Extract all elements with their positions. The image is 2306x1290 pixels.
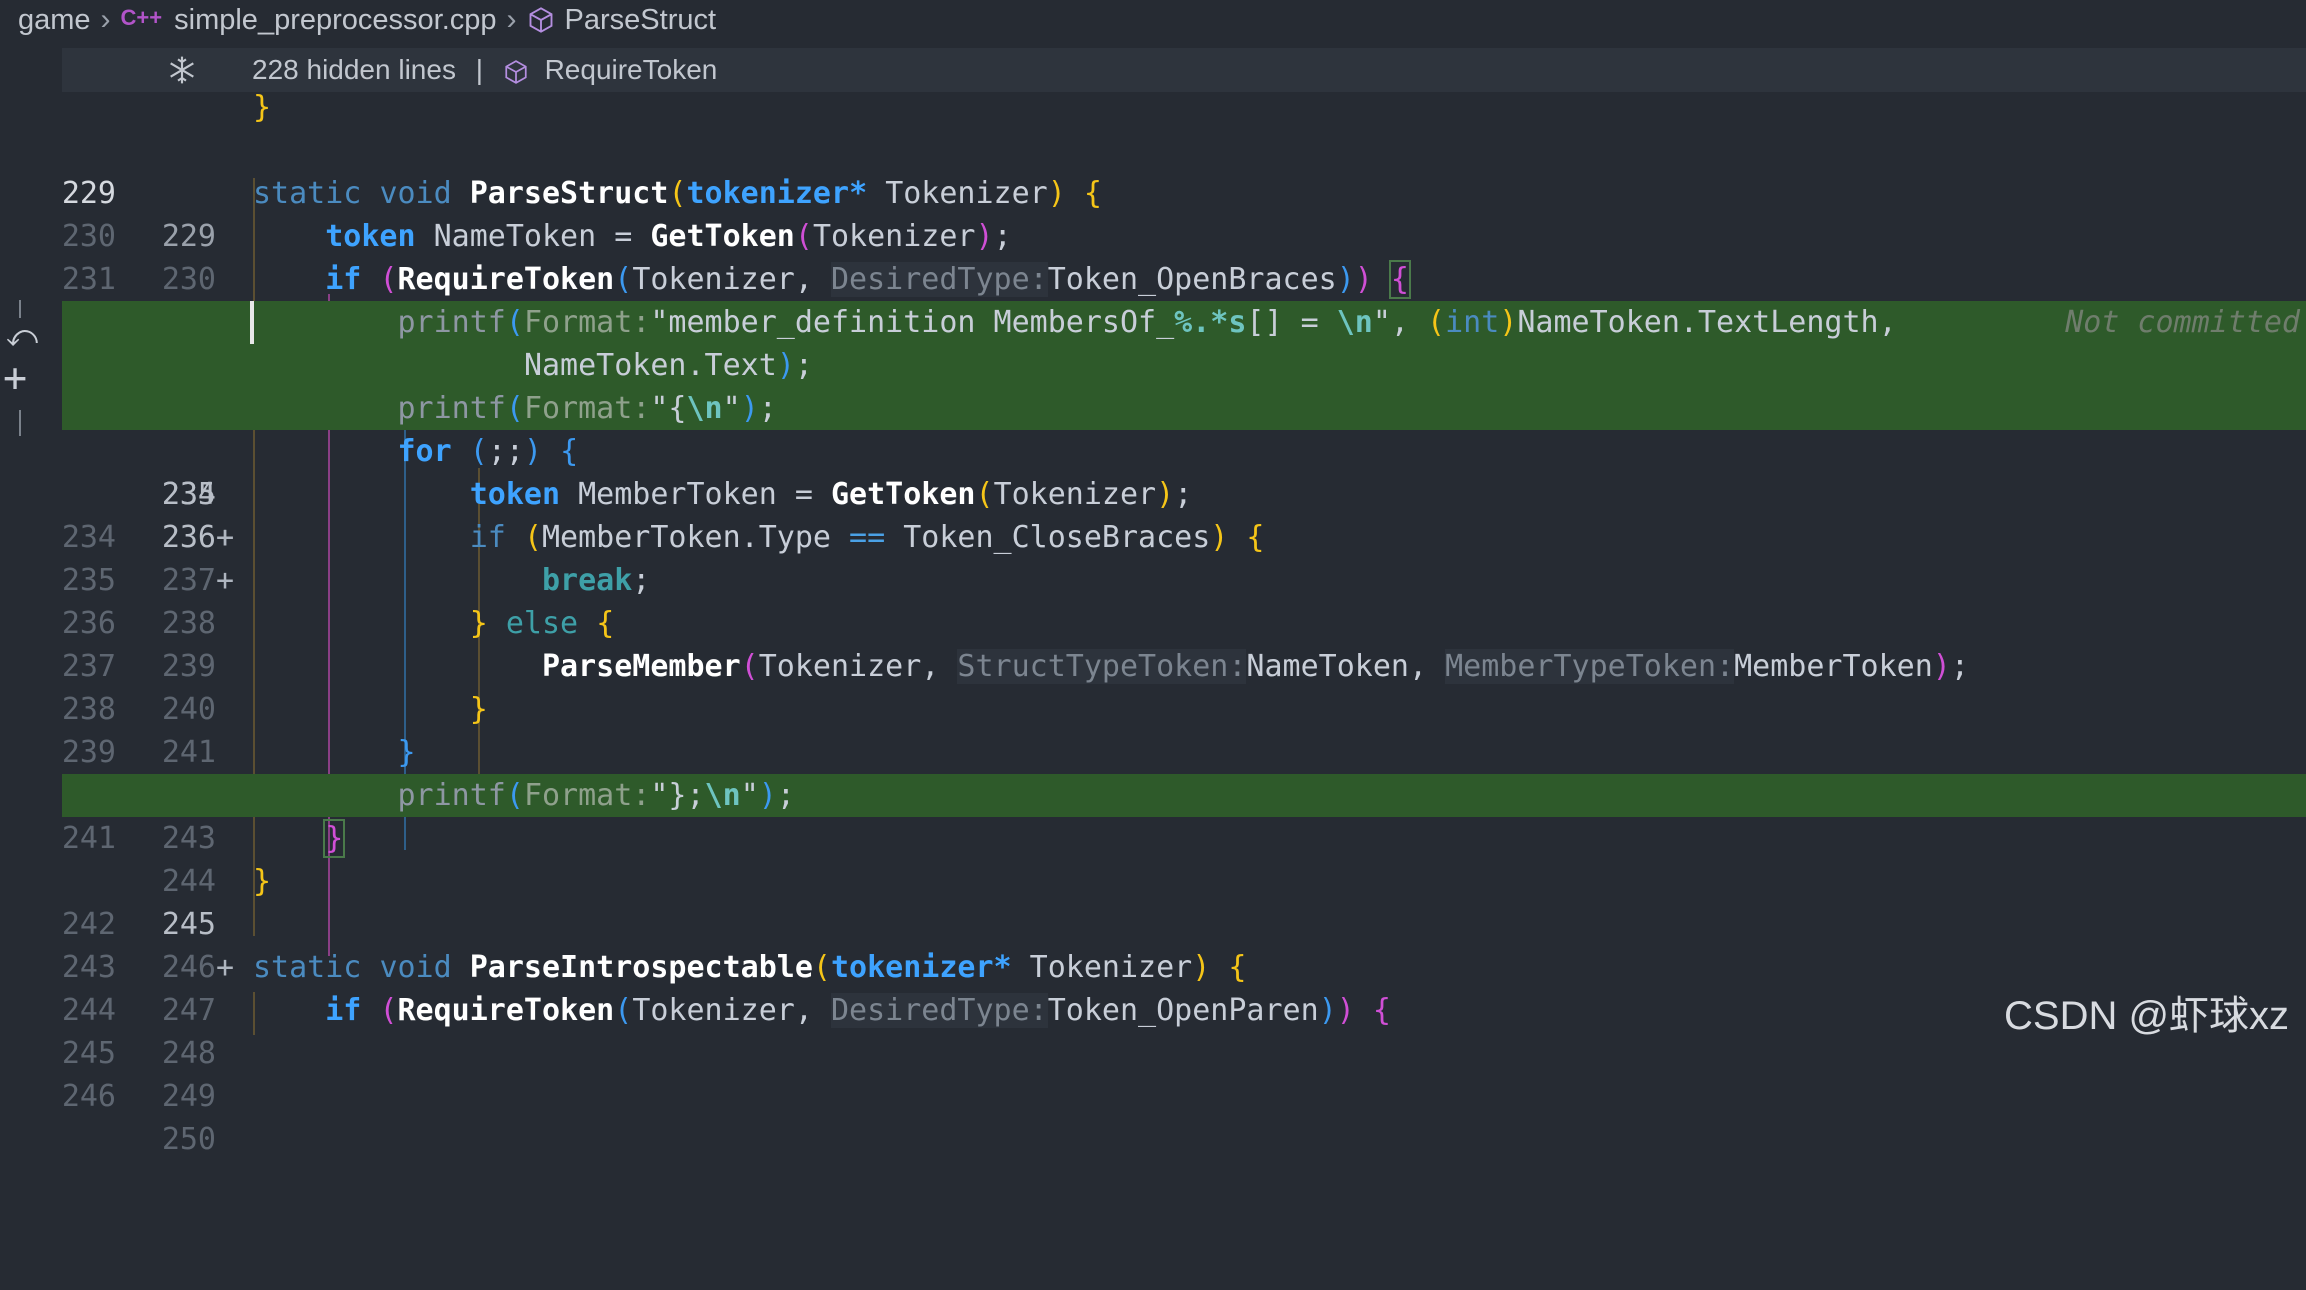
symbol-method-icon [505,59,527,84]
watermark: CSDN @虾球xz [2004,994,2290,1038]
unfold-icon[interactable] [166,54,198,86]
code-line[interactable]: 232 232 token NameToken = GetToken(Token… [0,215,2306,383]
code-line[interactable]: 235 238 token MemberToken = GetToken(Tok… [0,473,2306,641]
code-line[interactable]: 246 250 if (RequireToken(Tokenizer, Desi… [0,989,2306,1157]
breadcrumb: game › C++ simple_preprocessor.cpp › Par… [0,0,2306,40]
added-code-line[interactable]: 235 + NameToken.Text); [0,344,2306,555]
chevron-right-icon: › [506,3,517,36]
code-line[interactable]: 239 242 ParseMember(Tokenizer, StructTyp… [0,645,2306,813]
breadcrumb-file[interactable]: simple_preprocessor.cpp [174,4,496,37]
code-line[interactable]: 229 229 } [0,86,2306,254]
code-line[interactable]: 243 247 } [0,860,2306,1028]
breadcrumb-project[interactable]: game [18,4,91,37]
line-number-new: 250 [161,1122,216,1157]
hidden-lines-count: 228 hidden lines [252,54,456,85]
added-code-line[interactable]: 245 + printf(Format:"};\n"); [0,774,2306,985]
line-number-new: 248 [161,1036,216,1071]
symbol-struct-icon [529,7,552,33]
chevron-right-icon: › [100,3,111,36]
code-line[interactable]: 233 233 if (RequireToken(Tokenizer, Desi… [0,258,2306,426]
cpp-file-icon: C++ [120,5,163,30]
code-line[interactable]: 245 249 static void ParseIntrospectable(… [0,946,2306,1114]
code-line[interactable]: 237 240 break; [0,559,2306,727]
banner-divider: | [475,54,484,85]
line-number-old: 246 [61,1079,116,1114]
code-line[interactable]: 236 239 if (MemberToken.Type == Token_Cl… [0,516,2306,684]
code-line[interactable]: 241 244 } [0,731,2306,899]
banner-symbol[interactable]: RequireToken [545,54,718,85]
code-line[interactable]: 238 241 } else { [0,602,2306,770]
code-line[interactable]: 230 230 [0,129,2306,297]
added-code-line[interactable]: 236 + printf(Format:"{\n"); [0,387,2306,598]
code-line[interactable]: 231 231 static void ParseStruct(tokenize… [0,172,2306,340]
code-line[interactable]: 234 237 for (;;) { [0,430,2306,598]
code-editor[interactable]: 229 229 } 230 230 231 231 static void Pa… [0,90,2306,1157]
code-line[interactable]: 240 243 } [0,688,2306,856]
line-number-new: 249 [161,1079,216,1114]
git-blame-annotation: Not committed [2065,305,2300,340]
breadcrumb-symbol[interactable]: ParseStruct [565,4,717,37]
code-line[interactable]: 242 246 } [0,817,2306,985]
added-code-line[interactable]: 234 + printf(Format:"member_definition M… [0,301,2306,555]
code-line[interactable]: 244 248 [0,903,2306,1071]
